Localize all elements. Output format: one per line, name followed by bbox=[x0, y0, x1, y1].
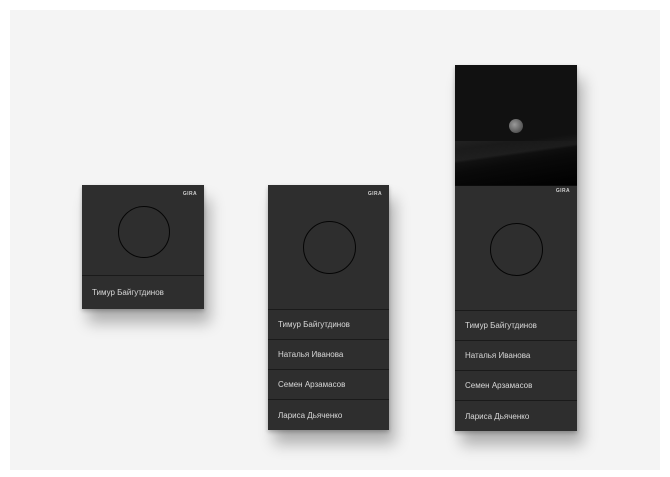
name-button-1[interactable]: Тимур Байгутдинов bbox=[82, 275, 204, 309]
call-area bbox=[268, 185, 389, 310]
call-area bbox=[455, 186, 577, 311]
call-ring-icon[interactable] bbox=[118, 206, 170, 258]
name-button-1[interactable]: Тимур Байгутдинов bbox=[455, 310, 577, 340]
call-ring-icon[interactable] bbox=[490, 223, 543, 276]
name-button-2[interactable]: Наталья Иванова bbox=[268, 339, 389, 369]
name-label: Тимур Байгутдинов bbox=[278, 320, 350, 329]
name-button-2[interactable]: Наталья Иванова bbox=[455, 340, 577, 370]
name-label: Наталья Иванова bbox=[465, 351, 531, 360]
name-label: Семен Арзамасов bbox=[278, 380, 346, 389]
name-button-3[interactable]: Семен Арзамасов bbox=[268, 369, 389, 399]
name-label: Семен Арзамасов bbox=[465, 381, 533, 390]
door-station-large: GIRA Тимур Байгутдинов Наталья Иванова С… bbox=[455, 65, 577, 431]
door-station-medium: GIRA Тимур Байгутдинов Наталья Иванова С… bbox=[268, 185, 389, 430]
name-label: Наталья Иванова bbox=[278, 350, 344, 359]
name-label: Лариса Дьяченко bbox=[278, 410, 343, 420]
name-button-4[interactable]: Лариса Дьяченко bbox=[268, 399, 389, 430]
call-area bbox=[82, 185, 204, 276]
name-label: Тимур Байгутдинов bbox=[465, 321, 537, 330]
name-button-3[interactable]: Семен Арзамасов bbox=[455, 370, 577, 400]
call-module: GIRA Тимур Байгутдинов Наталья Иванова С… bbox=[455, 186, 577, 431]
name-label: Лариса Дьяченко bbox=[465, 411, 530, 421]
door-station-small: GIRA Тимур Байгутдинов bbox=[82, 185, 204, 309]
name-button-1[interactable]: Тимур Байгутдинов bbox=[268, 309, 389, 339]
camera-module bbox=[455, 65, 577, 185]
call-ring-icon[interactable] bbox=[303, 221, 356, 274]
name-button-4[interactable]: Лариса Дьяченко bbox=[455, 400, 577, 431]
name-label: Тимур Байгутдинов bbox=[92, 288, 164, 297]
camera-lens-icon bbox=[509, 119, 523, 133]
